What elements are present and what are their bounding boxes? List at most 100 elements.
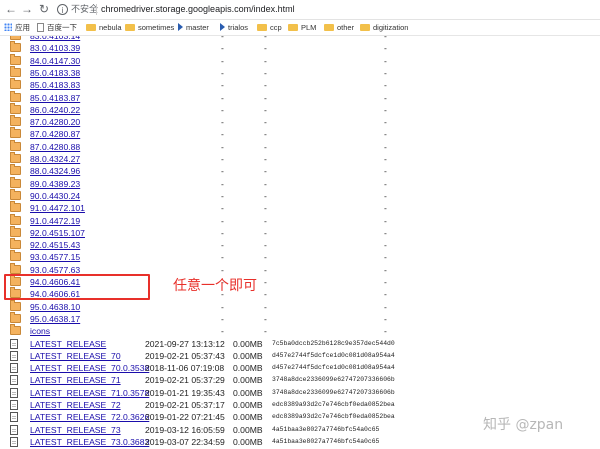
directory-link[interactable]: 84.0.4147.30: [30, 55, 80, 67]
file-etag: edc8389a93d2c7e746cbf0eda0852bea: [272, 413, 395, 421]
bookmark-master[interactable]: master: [178, 21, 209, 34]
date-dash: -: [221, 313, 224, 324]
size-dash: -: [264, 154, 267, 164]
directory-row: 95.0.4638.17 - - -: [0, 311, 600, 325]
directory-link[interactable]: 92.0.4515.107: [30, 227, 85, 239]
file-link[interactable]: LATEST_RELEASE_70.0.3538: [30, 362, 149, 374]
folder-icon: [10, 53, 21, 65]
date-dash: -: [221, 154, 224, 164]
directory-link[interactable]: 95.0.4638.10: [30, 301, 80, 313]
size-dash: -: [264, 80, 267, 91]
directory-link[interactable]: 88.0.4324.27: [30, 153, 80, 165]
size-dash: -: [264, 67, 267, 78]
size-dash: -: [264, 215, 267, 226]
file-size: 0.00MB: [233, 363, 263, 374]
size-dash: -: [264, 277, 267, 287]
file-link[interactable]: LATEST_RELEASE_73.0.3683: [30, 436, 149, 448]
highlight-box: [4, 274, 150, 300]
directory-link[interactable]: 91.0.4472.19: [30, 215, 80, 227]
folder-icon: [10, 324, 21, 336]
size-dash: -: [264, 55, 267, 66]
directory-link[interactable]: 90.0.4430.24: [30, 190, 80, 202]
file-date: 2019-02-21 05:37:29: [145, 375, 225, 386]
directory-row: 83.0.4103.39 - - -: [0, 41, 600, 54]
directory-link[interactable]: 85.0.4183.38: [30, 67, 80, 79]
bookmark-digitization[interactable]: digitization: [360, 21, 408, 34]
jenkins-icon: [178, 23, 183, 32]
file-date: 2018-11-06 07:19:08: [145, 363, 225, 374]
file-link[interactable]: LATEST_RELEASE_70: [30, 350, 121, 362]
directory-link[interactable]: 87.0.4280.20: [30, 116, 80, 128]
url-field[interactable]: chromedriver.storage.googleapis.com/inde…: [101, 2, 295, 16]
file-icon: [10, 412, 18, 423]
directory-link[interactable]: 85.0.4183.83: [30, 79, 80, 91]
folder-icon: [10, 102, 21, 114]
bookmark-nebula[interactable]: nebula: [86, 21, 122, 34]
directory-row: 91.0.4472.19 - - -: [0, 213, 600, 227]
file-row: LATEST_RELEASE_72 2019-02-21 05:37:17 0.00…: [0, 399, 600, 411]
bookmark-apps[interactable]: 应用: [4, 21, 30, 34]
size-dash: -: [264, 36, 267, 41]
file-date: 2019-03-07 22:34:59: [145, 436, 225, 447]
file-date: 2019-03-12 16:05:59: [145, 424, 225, 435]
directory-link[interactable]: 89.0.4389.23: [30, 178, 80, 190]
folder-icon: [10, 115, 21, 127]
directory-row: 83.0.4103.14 - - -: [0, 36, 600, 42]
bookmark-ccp[interactable]: ccp: [257, 21, 282, 34]
file-date: 2019-02-21 05:37:43: [145, 350, 225, 361]
folder-icon: [10, 262, 21, 274]
directory-link[interactable]: 85.0.4183.87: [30, 92, 80, 104]
file-icon: [10, 387, 18, 398]
directory-link[interactable]: icons: [30, 325, 50, 337]
directory-row: 89.0.4389.23 - - -: [0, 176, 600, 190]
directory-link[interactable]: 83.0.4103.14: [30, 36, 80, 42]
directory-row: 90.0.4430.24 - - -: [0, 188, 600, 202]
directory-row: 87.0.4280.88 - - -: [0, 139, 600, 153]
insecure-label[interactable]: 不安全: [71, 2, 98, 16]
directory-link[interactable]: 87.0.4280.88: [30, 141, 80, 153]
etag-dash: -: [384, 104, 387, 115]
date-dash: -: [221, 301, 224, 312]
bookmark-baidu[interactable]: 百度一下: [37, 21, 77, 34]
file-link[interactable]: LATEST_RELEASE_72.0.3626: [30, 411, 149, 423]
bookmark-sometimes[interactable]: sometimes: [125, 21, 174, 34]
directory-link[interactable]: 86.0.4240.22: [30, 104, 80, 116]
file-link[interactable]: LATEST_RELEASE_71: [30, 374, 121, 386]
size-dash: -: [264, 117, 267, 128]
folder-icon: [86, 23, 96, 31]
file-link[interactable]: LATEST_RELEASE_71.0.3578: [30, 387, 149, 399]
etag-dash: -: [384, 326, 387, 337]
directory-link[interactable]: 92.0.4515.43: [30, 239, 80, 251]
date-dash: -: [221, 190, 224, 201]
file-link[interactable]: LATEST_RELEASE_73: [30, 424, 121, 436]
etag-dash: -: [384, 92, 387, 103]
size-dash: -: [264, 178, 267, 189]
bookmark-other[interactable]: other: [324, 21, 354, 34]
directory-link[interactable]: 83.0.4103.39: [30, 42, 80, 54]
directory-link[interactable]: 91.0.4472.101: [30, 202, 85, 214]
folder-icon: [10, 65, 21, 77]
reload-icon[interactable]: ↻: [37, 1, 51, 17]
directory-link[interactable]: 88.0.4324.96: [30, 165, 80, 177]
bookmark-plm[interactable]: PLM: [288, 21, 316, 34]
bookmarks-bar: 应用 百度一下 nebula sometimes master trialos …: [0, 20, 600, 36]
bookmark-trialos[interactable]: trialos: [220, 21, 248, 34]
file-icon: [10, 363, 18, 374]
folder-icon: [10, 176, 21, 188]
size-dash: -: [264, 190, 267, 201]
directory-link[interactable]: 87.0.4280.87: [30, 128, 80, 140]
date-dash: -: [221, 178, 224, 189]
directory-link[interactable]: 95.0.4638.17: [30, 313, 80, 325]
file-icon: [10, 350, 18, 361]
directory-link[interactable]: 93.0.4577.15: [30, 251, 80, 263]
file-link[interactable]: LATEST_RELEASE_72: [30, 399, 121, 411]
file-row: LATEST_RELEASE_73.0.3683 2019-03-07 22:34…: [0, 436, 600, 448]
info-icon[interactable]: i: [57, 4, 68, 15]
back-arrow-icon[interactable]: ←: [4, 1, 18, 17]
folder-icon: [10, 152, 21, 163]
etag-dash: -: [384, 313, 387, 324]
etag-dash: -: [384, 55, 387, 66]
date-dash: -: [221, 326, 224, 337]
file-link[interactable]: LATEST_RELEASE: [30, 338, 106, 350]
forward-arrow-icon[interactable]: →: [20, 1, 34, 17]
